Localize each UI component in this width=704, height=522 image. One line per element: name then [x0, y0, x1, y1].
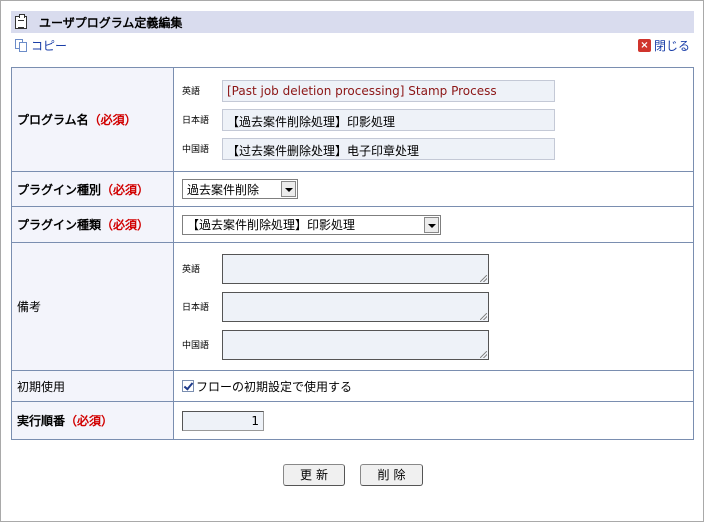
plugin-type-label: プラグイン種別（必須） [11, 171, 174, 207]
notes-en-textarea[interactable] [222, 253, 489, 284]
notes-zh-textarea[interactable] [222, 329, 489, 360]
program-name-label-text: プログラム名 [17, 113, 89, 127]
plugin-type-label-text: プラグイン種別 [17, 182, 102, 197]
plugin-kind-select[interactable]: 【過去案件削除処理】印影処理 [182, 214, 441, 235]
exec-order-field: 1 [173, 401, 694, 440]
exec-order-input[interactable]: 1 [182, 410, 264, 431]
program-name-label: プログラム名（必須） [11, 67, 174, 172]
required-mark: （必須） [65, 414, 114, 428]
row-program-name: プログラム名（必須） 英語 [Past job deletion process… [11, 67, 694, 172]
program-name-en-row: 英語 [Past job deletion processing] Stamp … [182, 76, 692, 105]
notes-label: 備考 [11, 242, 174, 371]
program-name-fields: 英語 [Past job deletion processing] Stamp … [173, 67, 694, 172]
chevron-down-icon[interactable] [424, 216, 439, 233]
copy-icon [15, 38, 29, 53]
exec-order-label: 実行順番（必須） [11, 401, 174, 440]
plugin-type-selected: 過去案件削除 [187, 182, 260, 197]
program-name-ja-row: 日本語 【過去案件削除処理】印影処理 [182, 105, 692, 134]
page-title: ユーザプログラム定義編集 [39, 15, 183, 30]
required-mark: （必須） [101, 182, 150, 197]
close-icon: × [637, 39, 651, 52]
notes-en-row: 英語 [182, 250, 692, 288]
row-exec-order: 実行順番（必須） 1 [11, 401, 694, 440]
lang-label-en: 英語 [182, 265, 201, 275]
copy-label: コピー [31, 39, 68, 53]
initial-use-field: フローの初期設定で使用する [173, 370, 694, 402]
update-button[interactable]: 更新 [283, 464, 345, 486]
plugin-type-field: 過去案件削除 [173, 171, 694, 207]
edit-form: プログラム名（必須） 英語 [Past job deletion process… [11, 67, 694, 440]
title-bar: ユーザプログラム定義編集 [11, 11, 694, 33]
toolbar: コピー × 閉じる [11, 35, 694, 55]
lang-label-ja: 日本語 [182, 116, 210, 126]
notes-ja-textarea[interactable] [222, 291, 489, 322]
notes-ja-row: 日本語 [182, 288, 692, 326]
plugin-kind-label: プラグイン種類（必須） [11, 206, 174, 243]
chevron-down-icon[interactable] [281, 181, 296, 197]
copy-button[interactable]: コピー [15, 37, 67, 54]
required-mark: （必須） [88, 113, 137, 127]
row-initial-use: 初期使用 フローの初期設定で使用する [11, 370, 694, 402]
row-plugin-type: プラグイン種別（必須） 過去案件削除 [11, 171, 694, 207]
plugin-type-select[interactable]: 過去案件削除 [182, 179, 298, 199]
initial-use-checkbox[interactable] [182, 380, 194, 392]
close-label: 閉じる [653, 39, 690, 53]
lang-label-zh: 中国語 [182, 145, 210, 155]
program-name-zh-row: 中国語 【过去案件删除处理】电子印章处理 [182, 134, 692, 163]
initial-use-checkbox-text: フローの初期設定で使用する [196, 379, 353, 394]
delete-button[interactable]: 削除 [360, 464, 423, 486]
exec-order-label-text: 実行順番 [17, 414, 66, 428]
plugin-kind-selected: 【過去案件削除処理】印影処理 [187, 218, 356, 232]
program-name-zh-input[interactable]: 【过去案件删除处理】电子印章处理 [222, 137, 555, 160]
notes-zh-row: 中国語 [182, 326, 692, 364]
lang-label-ja: 日本語 [182, 303, 210, 313]
lang-label-zh: 中国語 [182, 341, 210, 351]
clipboard-icon [15, 13, 27, 29]
initial-use-checkbox-label[interactable]: フローの初期設定で使用する [182, 378, 692, 395]
plugin-kind-field: 【過去案件削除処理】印影処理 [173, 206, 694, 243]
row-notes: 備考 英語 日本語 中国語 [11, 242, 694, 371]
lang-label-en: 英語 [182, 87, 201, 97]
initial-use-label: 初期使用 [11, 370, 174, 402]
close-button[interactable]: × 閉じる [637, 37, 690, 54]
row-plugin-kind: プラグイン種類（必須） 【過去案件削除処理】印影処理 [11, 206, 694, 243]
plugin-kind-label-text: プラグイン種類 [17, 218, 102, 232]
required-mark: （必須） [101, 218, 150, 232]
program-name-en-input[interactable]: [Past job deletion processing] Stamp Pro… [222, 79, 555, 102]
window-frame: ユーザプログラム定義編集 コピー × 閉じる プログラム名（必須） 英語 [Pa… [0, 0, 704, 522]
program-name-ja-input[interactable]: 【過去案件削除処理】印影処理 [222, 108, 555, 131]
notes-fields: 英語 日本語 中国語 [173, 242, 694, 371]
